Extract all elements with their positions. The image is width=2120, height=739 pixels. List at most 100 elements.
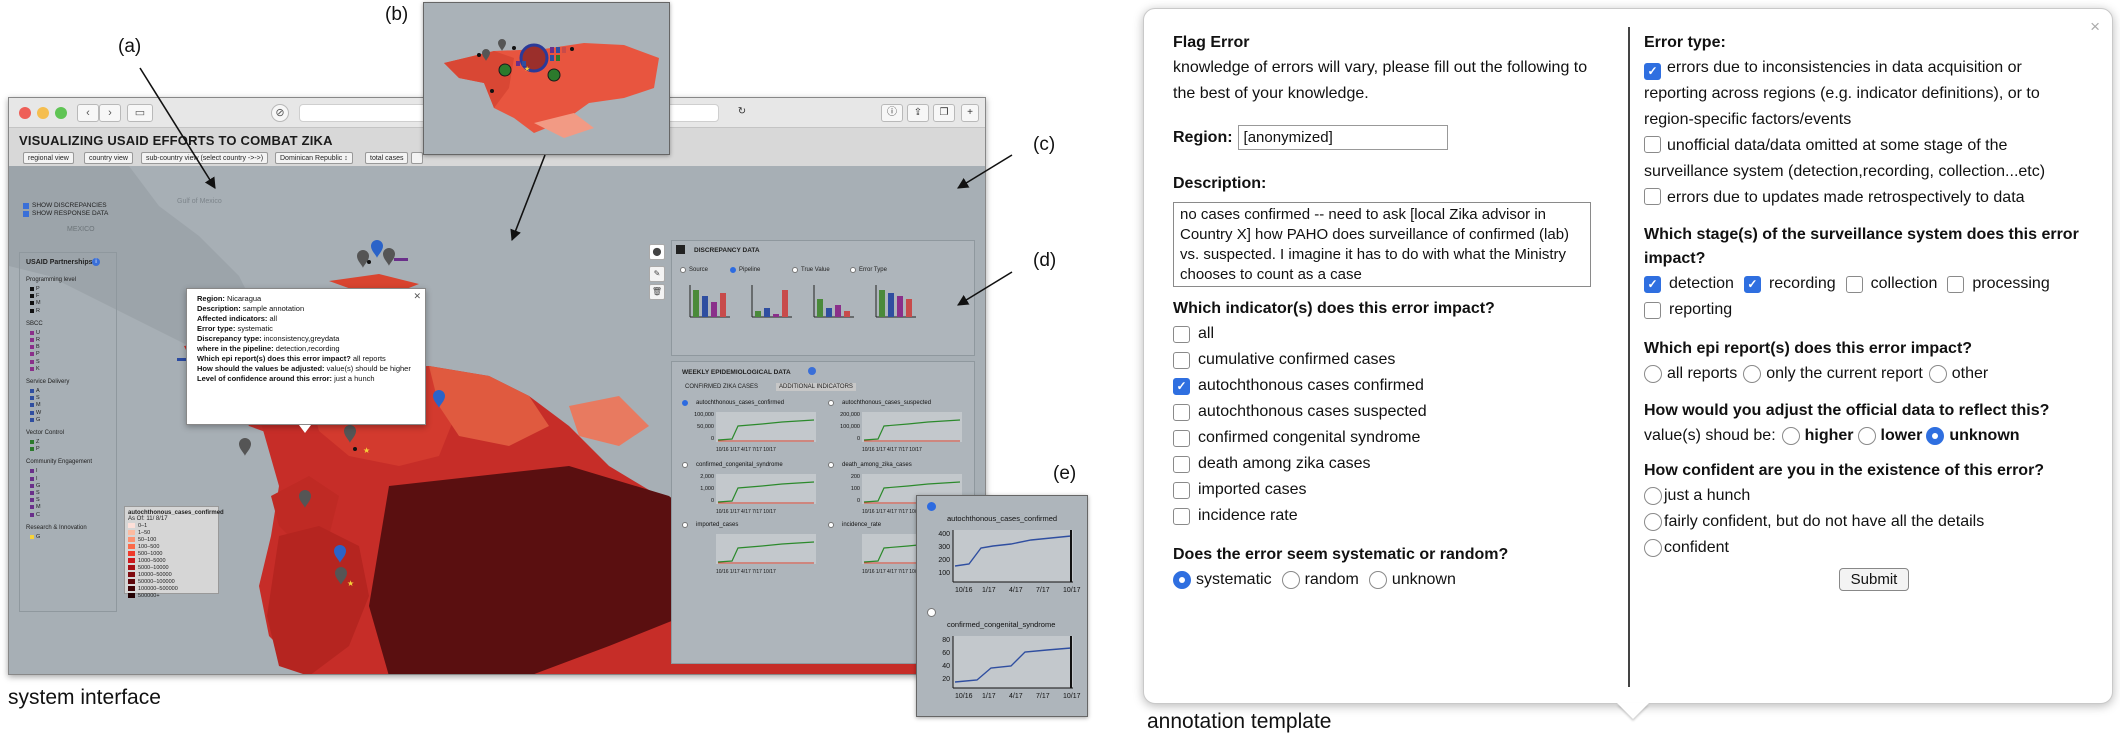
indicator-line-chart[interactable]: 2,000 1,000 010/16 1/17 4/17 7/17 10/17 <box>682 472 822 516</box>
show-discrepancies-checkbox[interactable]: SHOW DISCREPANCIES <box>23 202 107 209</box>
info-icon[interactable]: i <box>92 258 100 266</box>
discrepancy-bar[interactable] <box>711 302 717 317</box>
forward-button[interactable]: › <box>99 104 121 122</box>
error-type-option[interactable]: errors due to updates made retrospective… <box>1644 185 2089 211</box>
partnership-code[interactable]: A <box>30 388 40 394</box>
map-view[interactable]: ★ ★ ★ SHOW DISCREPANCIES SHOW RESPONSE D… <box>9 166 985 674</box>
systematic-option[interactable]: unknown <box>1368 567 1456 593</box>
indicator-option[interactable]: ✓ autochthonous cases confirmed <box>1173 373 1613 399</box>
pin-icon[interactable]: ⬤ <box>649 244 665 260</box>
radio-button[interactable] <box>1928 365 1947 383</box>
indicator-line-chart[interactable]: 100,000 50,000 010/16 1/17 4/17 7/17 10/17 <box>682 410 822 454</box>
discrepancy-bar[interactable] <box>897 296 903 317</box>
discrepancy-bar[interactable] <box>835 305 841 317</box>
reload-icon[interactable]: ↻ <box>731 104 753 122</box>
indicator-option[interactable]: autochthonous cases suspected <box>1173 399 1613 425</box>
discrepancy-bar[interactable] <box>906 299 912 317</box>
region-input[interactable] <box>1237 125 1448 150</box>
indicator-line-chart[interactable]: 200,000 100,000 010/16 1/17 4/17 7/17 10/1… <box>828 410 968 454</box>
info-icon[interactable]: ⓘ <box>881 104 903 122</box>
sub-country-view-button[interactable]: sub-country view (select country ->->) <box>141 152 269 164</box>
error-type-option[interactable]: unofficial data/data omitted at some sta… <box>1644 133 2089 185</box>
checkbox[interactable] <box>1173 325 1190 343</box>
toggle-icon[interactable] <box>676 245 685 254</box>
radio-button[interactable] <box>1644 487 1662 505</box>
indicator-option[interactable]: death among zika cases <box>1173 451 1613 477</box>
adjust-option[interactable]: higher <box>1781 423 1854 449</box>
checkbox[interactable] <box>1173 481 1190 499</box>
zoomed-line-chart[interactable]: 400 300 200 100 10/16 1/17 4/17 7/17 10/17 <box>921 526 1086 600</box>
partnership-code[interactable]: S <box>30 359 40 365</box>
discrepancy-bar[interactable] <box>817 299 823 317</box>
share-icon[interactable]: ⇪ <box>907 104 929 122</box>
report-option[interactable]: only the current report <box>1743 361 1923 387</box>
checkbox[interactable]: ✓ <box>1173 377 1190 395</box>
description-textarea[interactable]: no cases confirmed -- need to ask [local… <box>1173 202 1591 287</box>
stage-option[interactable]: processing <box>1947 271 2050 297</box>
indicator-line-chart[interactable]: 10/16 1/17 4/17 7/17 10/17 <box>682 532 822 576</box>
confidence-option[interactable]: fairly confident, but do not have all th… <box>1644 509 2104 535</box>
partnership-code[interactable]: M <box>30 402 41 408</box>
partnership-code[interactable]: G <box>30 483 40 489</box>
close-icon[interactable]: ✕ <box>413 291 421 301</box>
discrepancy-bar[interactable] <box>702 296 708 317</box>
country-select[interactable]: Dominican Republic ↕ <box>275 152 353 164</box>
indicator-option[interactable]: imported cases <box>1173 477 1613 503</box>
systematic-option[interactable]: random <box>1281 567 1359 593</box>
systematic-option[interactable]: systematic <box>1173 567 1272 593</box>
tab-confirmed-zika-cases[interactable]: CONFIRMED ZIKA CASES <box>682 383 761 391</box>
radio-button[interactable] <box>1368 571 1387 589</box>
radio-button[interactable] <box>1781 427 1800 445</box>
indicator-option[interactable]: confirmed congenital syndrome <box>1173 425 1613 451</box>
partnership-code[interactable]: B <box>30 344 40 350</box>
partnership-code[interactable]: U <box>30 330 40 336</box>
adjust-option[interactable]: lower <box>1857 423 1922 449</box>
report-option[interactable]: all reports <box>1644 361 1737 387</box>
partnership-code[interactable]: S <box>30 490 40 496</box>
indicator-option[interactable]: incidence rate <box>1173 503 1613 529</box>
discrepancy-bar[interactable] <box>693 290 699 317</box>
chart-radio[interactable] <box>682 400 688 406</box>
discrepancy-radio[interactable]: Pipeline <box>730 267 760 273</box>
zoomed-line-chart[interactable]: 80 60 40 20 10/16 1/17 4/17 7/17 10/17 <box>921 632 1086 706</box>
partnership-code[interactable]: W <box>30 410 41 416</box>
discrepancy-radio[interactable]: Source <box>680 267 708 273</box>
sidebar-toggle-icon[interactable]: ▭ <box>127 104 153 122</box>
radio-button[interactable] <box>1857 427 1876 445</box>
partnership-code[interactable]: G <box>30 417 40 423</box>
checkbox[interactable]: ✓ <box>1644 275 1661 293</box>
radio-button[interactable] <box>1281 571 1300 589</box>
partnership-code[interactable]: P <box>30 446 40 452</box>
checkbox[interactable]: ✓ <box>1644 62 1661 80</box>
partnership-code[interactable]: G <box>30 534 40 540</box>
checkbox[interactable] <box>1644 188 1661 205</box>
partnership-code[interactable]: P <box>30 351 40 357</box>
radio-button[interactable] <box>1743 365 1762 383</box>
partnership-code[interactable]: I <box>30 468 38 474</box>
stage-option[interactable]: ✓ recording <box>1743 271 1836 297</box>
regional-view-button[interactable]: regional view <box>23 152 74 164</box>
partnership-code[interactable]: M <box>30 504 41 510</box>
discrepancy-bar[interactable] <box>773 314 779 317</box>
discrepancy-bar[interactable] <box>826 308 832 317</box>
indicator-option[interactable]: all <box>1173 321 1613 347</box>
checkbox[interactable] <box>1845 275 1863 293</box>
chart-radio[interactable] <box>828 400 834 406</box>
checkbox[interactable] <box>1947 275 1965 293</box>
stage-option[interactable]: ✓ detection <box>1644 271 1734 297</box>
info-icon[interactable] <box>808 367 816 375</box>
edit-icon[interactable]: ✎ <box>649 266 665 282</box>
checkbox[interactable] <box>1173 351 1190 369</box>
trash-icon[interactable]: 🗑 <box>649 284 665 300</box>
indicator-option[interactable]: cumulative confirmed cases <box>1173 347 1613 373</box>
discrepancy-bar[interactable] <box>755 311 761 317</box>
chart-radio[interactable] <box>828 522 834 528</box>
tabs-icon[interactable]: ❐ <box>933 104 955 122</box>
radio-button[interactable] <box>1644 513 1662 531</box>
stage-option[interactable]: reporting <box>1644 297 1732 323</box>
checkbox[interactable] <box>1173 455 1190 473</box>
new-tab-icon[interactable]: + <box>961 104 979 122</box>
chart-radio[interactable] <box>682 522 688 528</box>
discrepancy-bar[interactable] <box>782 290 788 317</box>
zoom-window-icon[interactable] <box>55 107 67 119</box>
